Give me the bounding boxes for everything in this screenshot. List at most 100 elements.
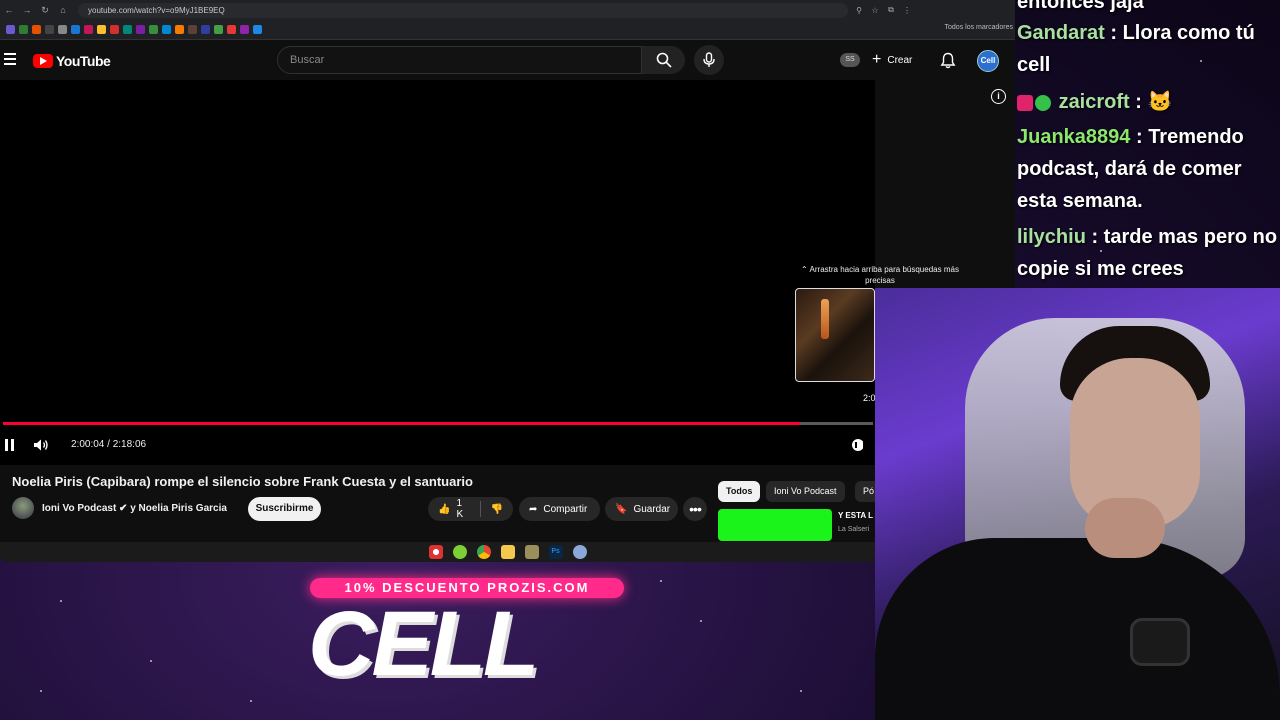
channel-name[interactable]: Ioni Vo Podcast ✔ y Noelia Piris Garcia — [42, 503, 227, 514]
thumbs-down-icon[interactable]: 👎 — [491, 504, 503, 515]
bookmark-icon[interactable] — [71, 25, 80, 34]
account-avatar[interactable]: Cell — [977, 50, 999, 72]
save-label: Guardar — [633, 503, 671, 515]
chat-message: Juanka8894 : Tremendo podcast, dará de c… — [1017, 121, 1280, 217]
bookmark-icon[interactable] — [123, 25, 132, 34]
address-bar[interactable]: youtube.com/watch?v=o9MyJ1BE9EQ — [78, 2, 848, 18]
youtube-wordmark: YouTube — [56, 53, 111, 69]
related-video-channel: La Salseri — [838, 526, 870, 533]
related-video-title[interactable]: Y ESTA L — [838, 511, 873, 520]
share-button[interactable]: ➦ Compartir — [519, 497, 600, 521]
seek-preview-time: 2:0 — [863, 393, 876, 403]
taskbar-app-icon[interactable] — [428, 545, 443, 559]
bookmark-icon[interactable] — [162, 25, 171, 34]
more-dots-icon: ••• — [689, 501, 702, 517]
back-icon[interactable]: ← — [0, 5, 18, 15]
ss-badge[interactable]: SS — [840, 53, 860, 67]
chat-message: lilychiu : tarde mas pero no copie si me… — [1017, 221, 1280, 285]
forward-icon[interactable]: → — [18, 5, 36, 15]
reload-icon[interactable]: ↻ — [36, 5, 54, 16]
search-input[interactable]: Buscar — [277, 46, 642, 74]
bookmark-icon[interactable] — [19, 25, 28, 34]
stream-chat: entonces jaja Gandarat : Llora como tú c… — [1015, 0, 1280, 288]
voice-search-button[interactable] — [694, 45, 724, 75]
bookmark-icon[interactable] — [188, 25, 197, 34]
youtube-play-icon — [33, 54, 53, 68]
autoplay-toggle[interactable] — [852, 439, 865, 451]
chat-username: lilychiu — [1017, 226, 1086, 248]
info-icon[interactable]: i — [991, 89, 1006, 104]
bookmark-icon[interactable] — [136, 25, 145, 34]
subscribe-button[interactable]: Suscribirme — [248, 497, 321, 521]
search-button[interactable] — [642, 46, 685, 74]
taskbar-app-icon[interactable] — [452, 545, 467, 559]
related-video-thumbnail[interactable] — [718, 509, 832, 541]
time-readout: 2:00:04 / 2:18:06 — [71, 439, 147, 450]
save-button[interactable]: 🔖 Guardar — [605, 497, 678, 521]
star-icon[interactable]: ☆ — [870, 6, 880, 15]
bookmark-save-icon: 🔖 — [615, 503, 628, 515]
bookmark-icon[interactable] — [227, 25, 236, 34]
microphone-icon — [703, 52, 715, 67]
progress-bar[interactable] — [3, 422, 873, 425]
chat-text: entonces jaja — [1017, 0, 1144, 13]
menu-dots-icon[interactable]: ⋮ — [902, 6, 912, 15]
video-title: Noelia Piris (Capibara) rompe el silenci… — [12, 474, 473, 489]
pause-button[interactable] — [4, 439, 16, 451]
hamburger-menu-icon[interactable] — [4, 53, 16, 65]
bookmark-icon[interactable] — [97, 25, 106, 34]
chip-channel[interactable]: Ioni Vo Podcast — [766, 481, 845, 502]
plus-icon: + — [872, 51, 882, 68]
bookmark-icon[interactable] — [201, 25, 210, 34]
bookmark-icon[interactable] — [253, 25, 262, 34]
bookmark-icon[interactable] — [58, 25, 67, 34]
badge-icon — [1035, 94, 1051, 111]
bookmark-icon[interactable] — [175, 25, 184, 34]
chip-todos[interactable]: Todos — [718, 481, 761, 502]
channel-avatar[interactable] — [12, 497, 34, 519]
drag-hint-label: Arrastra hacia arriba para búsquedas más… — [809, 265, 959, 285]
chrome-icon[interactable] — [476, 545, 491, 559]
taskbar-app-icon[interactable] — [524, 545, 539, 559]
video-player[interactable] — [0, 80, 875, 465]
sub-badge-icon — [1017, 94, 1033, 111]
taskbar-app-icon[interactable] — [572, 545, 587, 559]
search-placeholder: Buscar — [290, 54, 325, 66]
bookmark-icon[interactable] — [214, 25, 223, 34]
bookmarks-bar: Todos los marcadores — [0, 20, 1015, 40]
bookmark-icon[interactable] — [240, 25, 249, 34]
bookmark-icon[interactable] — [6, 25, 15, 34]
webcam-feed — [875, 288, 1280, 720]
create-label: Crear — [887, 54, 913, 66]
photoshop-icon[interactable]: Ps — [548, 545, 563, 559]
drag-hint-text: ⌃ Arrastra hacia arriba para búsquedas m… — [790, 264, 970, 286]
chat-username: Juanka8894 — [1017, 126, 1131, 148]
bookmark-icon[interactable] — [84, 25, 93, 34]
zoom-icon[interactable]: ⚲ — [854, 6, 864, 15]
chat-message: entonces jaja — [1017, 0, 1280, 18]
chevron-up-icon: ⌃ — [801, 265, 810, 274]
extension-icon[interactable]: ⧉ — [886, 5, 896, 15]
thumbs-up-icon[interactable]: 👍 — [438, 504, 450, 515]
more-actions-button[interactable]: ••• — [683, 497, 707, 521]
folder-icon[interactable] — [500, 545, 515, 559]
bookmark-icon[interactable] — [45, 25, 54, 34]
home-icon[interactable]: ⌂ — [54, 5, 72, 15]
stream-scene: ← → ↻ ⌂ youtube.com/watch?v=o9MyJ1BE9EQ … — [0, 0, 1280, 720]
volume-icon[interactable] — [33, 438, 49, 452]
notifications-bell-icon[interactable] — [940, 52, 956, 69]
like-count[interactable]: 1 K — [456, 498, 469, 520]
bookmark-icon[interactable] — [149, 25, 158, 34]
browser-window: ← → ↻ ⌂ youtube.com/watch?v=o9MyJ1BE9EQ … — [0, 0, 1015, 562]
seek-preview-thumbnail — [795, 288, 875, 382]
browser-toolbar: ← → ↻ ⌂ youtube.com/watch?v=o9MyJ1BE9EQ … — [0, 0, 1015, 20]
taskbar: Ps — [0, 542, 1015, 562]
bookmark-icon[interactable] — [110, 25, 119, 34]
all-bookmarks-link[interactable]: Todos los marcadores — [945, 24, 1013, 31]
chat-message: zaicroft : 🐱 — [1017, 86, 1280, 118]
create-button[interactable]: + Crear — [872, 49, 912, 71]
chat-text: : 🐱 — [1129, 91, 1173, 113]
bookmark-icon[interactable] — [32, 25, 41, 34]
youtube-logo[interactable]: YouTube — [33, 53, 111, 69]
url-text: youtube.com/watch?v=o9MyJ1BE9EQ — [88, 5, 225, 15]
